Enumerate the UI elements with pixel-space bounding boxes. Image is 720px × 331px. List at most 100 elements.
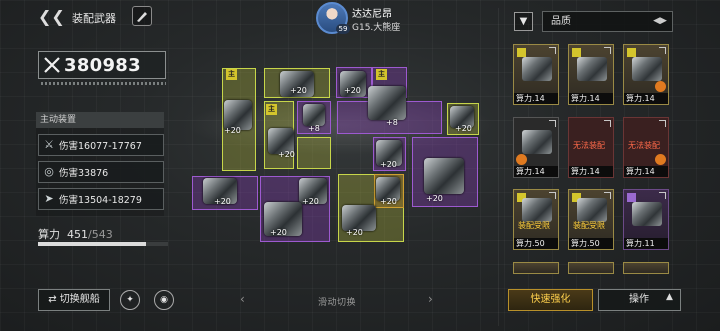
page-title: 装配武器 bbox=[72, 12, 116, 25]
bonus-label: +20 bbox=[290, 86, 307, 95]
weapon-image bbox=[577, 57, 607, 81]
operate-label: 操作 bbox=[629, 294, 649, 305]
card-power: 算力.11 bbox=[624, 238, 668, 249]
card-power: 算力.50 bbox=[569, 238, 613, 249]
capacity-current: 451 bbox=[67, 228, 88, 241]
corner-mark bbox=[659, 120, 666, 127]
card-power: 算力.50 bbox=[514, 238, 558, 249]
weapon-card[interactable]: 算力.11 bbox=[623, 189, 669, 250]
weapon-type-badge bbox=[572, 48, 581, 57]
stats-panel-title: 主动装置 bbox=[36, 112, 164, 128]
weapon-image bbox=[632, 202, 662, 226]
target-icon: ◎ bbox=[44, 165, 54, 178]
player-location: G15.大熊座 bbox=[352, 23, 401, 33]
corner-mark bbox=[604, 120, 611, 127]
filter-icon[interactable]: ▼ bbox=[514, 12, 533, 31]
brush-icon[interactable] bbox=[132, 6, 152, 26]
bonus-label: +20 bbox=[302, 197, 319, 206]
stat-text: 伤害13504-18279 bbox=[59, 195, 142, 206]
switch-ship-label: 切换舰船 bbox=[59, 294, 100, 305]
slot-yellow[interactable] bbox=[297, 137, 331, 169]
weapon-image bbox=[522, 57, 552, 81]
weapon-card[interactable]: 算力.14 bbox=[568, 44, 614, 105]
bonus-label: +8 bbox=[386, 118, 398, 127]
power-display: 380983 bbox=[38, 51, 166, 79]
weapon-card[interactable]: 算力.14 bbox=[513, 117, 559, 178]
weapon-card[interactable]: 无法装配 算力.14 bbox=[568, 117, 614, 178]
equipped-weapon[interactable] bbox=[424, 158, 464, 194]
bonus-label: +20 bbox=[346, 228, 363, 237]
player-level-badge: 59 bbox=[336, 24, 350, 34]
bonus-label: +20 bbox=[455, 124, 472, 133]
weapon-image bbox=[577, 198, 607, 222]
card-power: 算力.14 bbox=[514, 166, 558, 177]
restricted-label: 装配受限 bbox=[518, 221, 550, 230]
bonus-label: +20 bbox=[214, 197, 231, 206]
stat-row: ➤ 伤害13504-18279 bbox=[38, 188, 164, 210]
bonus-label: +8 bbox=[308, 124, 320, 133]
weapon-type-badge bbox=[627, 48, 636, 57]
cannot-equip-label: 无法装配 bbox=[573, 141, 605, 150]
corner-mark bbox=[604, 47, 611, 54]
weapon-card[interactable]: 装配受限 算力.50 bbox=[568, 189, 614, 250]
chevron-right-icon: › bbox=[428, 292, 433, 306]
stat-text: 伤害33876 bbox=[59, 168, 109, 179]
weapon-card-partial[interactable] bbox=[513, 262, 559, 274]
equipped-weapon[interactable] bbox=[303, 104, 325, 126]
weapon-card-partial[interactable] bbox=[568, 262, 614, 274]
weapon-image bbox=[632, 57, 662, 81]
corner-mark bbox=[659, 47, 666, 54]
equipped-weapon[interactable] bbox=[368, 86, 406, 120]
missile-icon: ➤ bbox=[44, 192, 54, 205]
weapon-type-badge bbox=[517, 48, 526, 57]
capacity-label: 算力 bbox=[38, 228, 60, 241]
weapon-image bbox=[522, 130, 552, 154]
card-power: 算力.14 bbox=[624, 93, 668, 104]
back-arrow-icon[interactable]: ❮❮ bbox=[38, 8, 65, 26]
bonus-label: +20 bbox=[224, 126, 241, 135]
restricted-label: 装配受限 bbox=[573, 221, 605, 230]
quality-label: 品质 bbox=[551, 16, 571, 27]
weapon-card[interactable]: 无法装配 算力.14 bbox=[623, 117, 669, 178]
corner-mark bbox=[549, 120, 556, 127]
card-power: 算力.14 bbox=[624, 166, 668, 177]
card-power: 算力.14 bbox=[514, 93, 558, 104]
crossed-swords-icon bbox=[44, 57, 60, 73]
power-value: 380983 bbox=[64, 54, 141, 76]
player-name: 达达尼昂 bbox=[352, 9, 392, 20]
main-tag: 主 bbox=[376, 69, 387, 80]
capacity-bar bbox=[38, 242, 168, 246]
card-power: 算力.14 bbox=[569, 93, 613, 104]
bonus-label: +20 bbox=[426, 194, 443, 203]
weapon-image bbox=[522, 198, 552, 222]
weapon-type-badge bbox=[627, 193, 636, 202]
target-lock-icon[interactable]: ◉ bbox=[154, 290, 174, 310]
gear-icon bbox=[655, 154, 666, 165]
capacity-bar-fill bbox=[38, 242, 146, 246]
divider bbox=[498, 8, 499, 326]
weapon-card[interactable]: 算力.14 bbox=[623, 44, 669, 105]
gear-icon bbox=[655, 81, 666, 92]
fleet-icon[interactable]: ✦ bbox=[120, 290, 140, 310]
main-tag: 主 bbox=[226, 69, 237, 80]
bonus-label: +20 bbox=[380, 197, 397, 206]
corner-mark bbox=[659, 192, 666, 199]
switch-ship-button[interactable]: ⇄ 切换舰船 bbox=[38, 289, 110, 311]
weapon-card[interactable]: 算力.14 bbox=[513, 44, 559, 105]
capacity-readout: 算力 451/543 bbox=[38, 226, 113, 242]
weapon-card[interactable]: 装配受限 算力.50 bbox=[513, 189, 559, 250]
claw-icon: ⚔ bbox=[44, 138, 54, 151]
stat-row: ◎ 伤害33876 bbox=[38, 161, 164, 183]
quick-enhance-button[interactable]: 快速强化 bbox=[508, 289, 593, 311]
bonus-label: +20 bbox=[270, 228, 287, 237]
bonus-label: +20 bbox=[344, 86, 361, 95]
gear-icon bbox=[516, 154, 527, 165]
main-tag: 主 bbox=[266, 104, 277, 115]
bonus-label: +20 bbox=[278, 150, 295, 159]
stat-row: ⚔ 伤害16077-17767 bbox=[38, 134, 164, 156]
weapon-card-partial[interactable] bbox=[623, 262, 669, 274]
sort-toggle-icon[interactable]: ◀▶ bbox=[650, 12, 670, 31]
stat-text: 伤害16077-17767 bbox=[59, 141, 142, 152]
corner-mark bbox=[549, 47, 556, 54]
capacity-max: /543 bbox=[88, 228, 113, 241]
